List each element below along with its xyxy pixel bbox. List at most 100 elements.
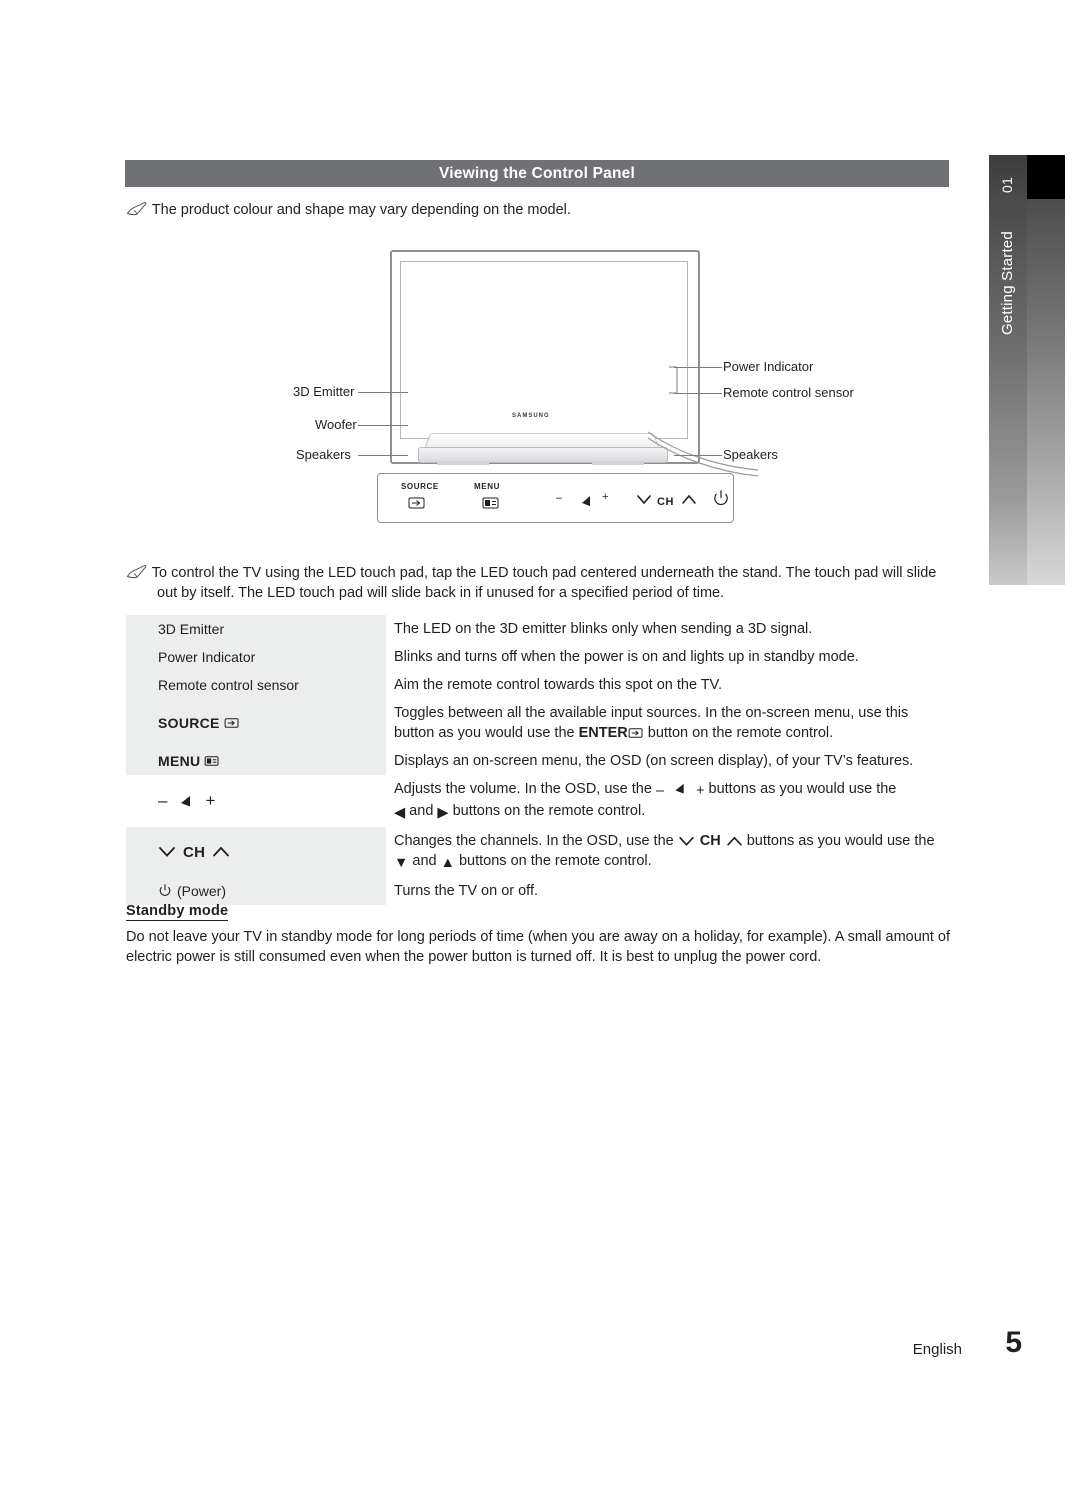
channel-up-icon	[726, 836, 743, 847]
volume-minus-icon: –	[655, 783, 665, 799]
callout-power-indicator: Power Indicator	[723, 359, 814, 374]
volume-minus-icon: –	[556, 492, 563, 504]
leader-3d-emitter	[358, 392, 408, 393]
volume-plus-icon: +	[205, 791, 216, 810]
channel-key-label: CH	[183, 843, 206, 861]
callout-3d-emitter: 3D Emitter	[293, 384, 355, 399]
tv-stand-foot-right	[592, 461, 644, 465]
leader-speakers-right	[674, 455, 722, 456]
channel-desc-part1: Changes the channels. In the OSD, use th…	[394, 833, 678, 849]
down-arrow-icon: ▼	[394, 855, 409, 871]
tv-stand-foot-left	[437, 461, 489, 465]
power-icon	[712, 490, 730, 508]
volume-desc-part1: Adjusts the volume. In the OSD, use the	[394, 781, 656, 797]
channel-up-icon	[212, 846, 230, 858]
sidebar-tab-gradient	[1027, 199, 1065, 585]
leader-remote-sensor	[674, 393, 722, 394]
channel-down-icon	[158, 846, 176, 858]
tv-brand-logo: SAMSUNG	[512, 413, 550, 419]
volume-desc-part2: buttons as you would use the	[704, 781, 897, 797]
leader-speakers-left	[358, 455, 408, 456]
table-cell-key-source: SOURCE	[126, 699, 386, 747]
source-icon	[408, 496, 426, 510]
note-pencil-icon	[126, 565, 148, 579]
source-key-label: SOURCE	[158, 715, 220, 731]
touchpad-source-label: SOURCE	[401, 482, 439, 491]
manual-page: 01 Getting Started Viewing the Control P…	[0, 0, 1080, 1494]
footer-language: English	[912, 1341, 962, 1358]
table-row: MENU Displays an on-screen menu, the OSD…	[126, 747, 950, 775]
callout-woofer: Woofer	[315, 417, 357, 432]
table-row: (Power) Turns the TV on or off.	[126, 877, 950, 905]
enter-icon	[628, 727, 644, 739]
control-panel-diagram: SAMSUNG SOURCE MENU – + CH 3D Emitter Wo…	[126, 225, 950, 545]
enter-bold-label: ENTER	[578, 725, 628, 741]
table-row: – + Adjusts the volume. In the OSD, use …	[126, 775, 950, 827]
chapter-number: 01	[999, 177, 1015, 193]
menu-icon	[482, 496, 500, 510]
volume-speaker-icon	[668, 782, 692, 795]
channel-desc-part4: buttons on the remote control.	[454, 853, 652, 869]
footer-page-number: 5	[1005, 1326, 1022, 1359]
channel-desc-part3: and	[408, 853, 441, 869]
table-cell-key-volume: – +	[126, 775, 386, 827]
table-row: SOURCE Toggles between all the available…	[126, 699, 950, 747]
power-icon	[158, 884, 172, 898]
table-cell-key: Power Indicator	[126, 643, 386, 671]
channel-down-icon	[636, 494, 652, 506]
table-cell-value: The LED on the 3D emitter blinks only wh…	[394, 621, 813, 637]
table-cell-value: Turns the TV on or off.	[394, 883, 539, 899]
channel-label: CH	[657, 496, 675, 508]
table-row: 3D Emitter The LED on the 3D emitter bli…	[126, 615, 950, 643]
table-cell-key-power: (Power)	[126, 877, 386, 905]
volume-desc-part3: and	[405, 803, 438, 819]
table-cell-key-menu: MENU	[126, 747, 386, 775]
channel-up-icon	[681, 494, 697, 506]
table-row: Remote control sensor Aim the remote con…	[126, 671, 950, 699]
table-cell-value: Blinks and turns off when the power is o…	[394, 649, 859, 665]
power-key-label: (Power)	[177, 883, 227, 899]
leader-woofer	[358, 425, 408, 426]
tick-marks-right	[668, 363, 678, 399]
right-arrow-icon: ▶	[437, 805, 449, 821]
volume-speaker-icon	[574, 494, 598, 508]
note-first-text: The product colour and shape may vary de…	[151, 202, 571, 218]
led-touch-pad: SOURCE MENU – + CH	[377, 473, 734, 523]
table-cell-value: Changes the channels. In the OSD, use th…	[386, 827, 950, 877]
table-cell-value: Toggles between all the available input …	[386, 699, 950, 747]
volume-speaker-icon	[173, 794, 199, 808]
sidebar-tab-black	[1027, 155, 1065, 199]
table-row: CH Changes the channels. In the OSD, use…	[126, 827, 950, 877]
volume-desc-part4: buttons on the remote control.	[448, 803, 646, 819]
note-second-text: To control the TV using the LED touch pa…	[151, 565, 937, 601]
table-cell-key: Remote control sensor	[126, 671, 386, 699]
callout-remote-sensor: Remote control sensor	[723, 385, 854, 400]
callout-speakers-right: Speakers	[723, 447, 778, 462]
page-title: Viewing the Control Panel	[125, 160, 949, 187]
channel-desc-part2: buttons as you would use the	[742, 833, 935, 849]
table-cell-value: Adjusts the volume. In the OSD, use the …	[386, 775, 950, 827]
table-cell-key-channel: CH	[126, 827, 386, 877]
control-panel-table: 3D Emitter The LED on the 3D emitter bli…	[126, 615, 950, 905]
table-cell-value: Aim the remote control towards this spot…	[394, 677, 723, 693]
table-cell-key: 3D Emitter	[126, 615, 386, 643]
volume-minus-icon: –	[158, 791, 168, 810]
volume-plus-icon: +	[602, 491, 609, 503]
channel-inline-label: CH	[699, 833, 721, 849]
note-first: The product colour and shape may vary de…	[126, 200, 956, 220]
table-row: Power Indicator Blinks and turns off whe…	[126, 643, 950, 671]
sidebar-tab-text: 01 Getting Started	[989, 155, 1027, 585]
note-pencil-icon	[126, 202, 148, 216]
standby-heading: Standby mode	[126, 903, 229, 921]
menu-key-label: MENU	[158, 753, 201, 769]
leader-power-indicator	[674, 367, 722, 368]
standby-body-text: Do not leave your TV in standby mode for…	[126, 929, 950, 965]
menu-icon	[204, 755, 220, 767]
page-title-text: Viewing the Control Panel	[439, 164, 635, 182]
channel-down-icon	[678, 836, 695, 847]
table-cell-value: Displays an on-screen menu, the OSD (on …	[394, 753, 914, 769]
chapter-label: Getting Started	[999, 231, 1016, 335]
source-icon	[224, 717, 240, 729]
volume-plus-icon: +	[696, 783, 705, 799]
left-arrow-icon: ◀	[394, 805, 406, 821]
